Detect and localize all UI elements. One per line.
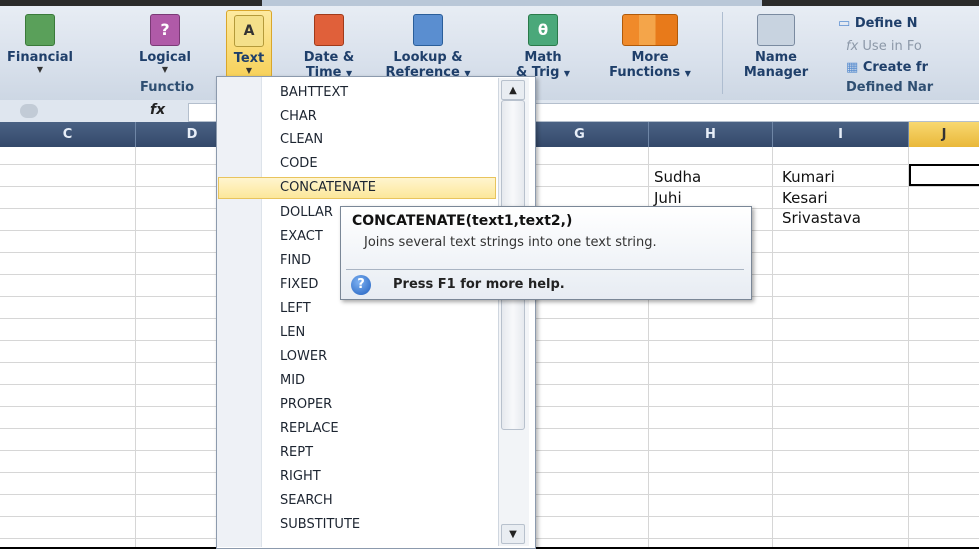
menu-item-clean[interactable]: CLEAN	[280, 129, 323, 151]
lookup-book-icon	[413, 14, 443, 46]
function-library-group-label: Functio	[140, 80, 195, 95]
chevron-down-icon: ▼	[36, 65, 44, 74]
menu-item-search[interactable]: SEARCH	[280, 490, 333, 512]
column-header-h[interactable]: H	[649, 122, 773, 147]
lookup-label: Lookup &	[393, 50, 463, 65]
use-in-formula-label: Use in Fo	[862, 39, 922, 54]
insert-function-icon[interactable]: fx	[150, 102, 165, 118]
dropdown-icon-gutter	[217, 77, 262, 547]
cell-i2[interactable]: Kesari	[782, 189, 828, 207]
defined-names-group-label: Defined Nar	[846, 80, 934, 95]
menu-item-mid[interactable]: MID	[280, 370, 305, 392]
text-functions-dropdown	[216, 76, 536, 549]
text-label: Text	[233, 51, 265, 66]
name-box-expander[interactable]	[20, 104, 38, 118]
active-cell-j1[interactable]	[909, 164, 979, 186]
menu-item-proper[interactable]: PROPER	[280, 394, 332, 416]
cell-i1[interactable]: Kumari	[782, 168, 835, 186]
menu-item-find[interactable]: FIND	[280, 250, 311, 272]
grid-line	[135, 147, 136, 547]
date-time-button[interactable]: Date & Time ▼	[296, 14, 362, 81]
fx-icon: fx	[846, 39, 859, 54]
group-separator	[722, 12, 723, 94]
name-manager-icon	[757, 14, 795, 46]
column-header-j[interactable]: J	[909, 122, 979, 147]
chevron-down-icon: ▼	[245, 66, 253, 75]
chevron-down-icon: ▼	[161, 65, 169, 74]
tooltip-divider	[346, 269, 744, 270]
define-name-button[interactable]: ▭ Define N	[838, 16, 918, 31]
financial-button[interactable]: Financial ▼	[0, 14, 80, 75]
create-from-selection-button[interactable]: ▦ Create fr	[846, 60, 928, 75]
column-header-i[interactable]: I	[773, 122, 909, 147]
tag-icon: ▭	[838, 16, 851, 31]
menu-item-len[interactable]: LEN	[280, 322, 305, 344]
more-functions-button[interactable]: More Functions ▼	[594, 14, 706, 81]
tooltip-help-text: Press F1 for more help.	[393, 277, 565, 292]
name-manager-button[interactable]: Name Manager	[742, 14, 810, 80]
math-label: Math	[524, 50, 562, 65]
menu-item-code[interactable]: CODE	[280, 153, 318, 175]
logical-label: Logical	[139, 50, 191, 65]
logical-button[interactable]: ? Logical ▼	[136, 14, 194, 75]
lookup-reference-button[interactable]: Lookup & Reference ▼	[378, 14, 478, 81]
define-name-label: Define N	[854, 16, 918, 31]
more-label: More	[631, 50, 669, 65]
grid-icon: ▦	[846, 60, 859, 75]
help-icon: ?	[351, 275, 371, 295]
name-manager-label-2: Manager	[743, 65, 809, 80]
date-time-book-icon	[314, 14, 344, 46]
menu-item-left[interactable]: LEFT	[280, 298, 311, 320]
menu-item-rept[interactable]: REPT	[280, 442, 313, 464]
scroll-up-arrow-icon[interactable]: ▲	[501, 80, 525, 100]
create-from-label: Create fr	[862, 60, 928, 75]
grid-line	[908, 147, 909, 547]
scroll-down-arrow-icon[interactable]: ▼	[501, 524, 525, 544]
financial-book-icon	[25, 14, 55, 46]
column-header-c[interactable]: C	[0, 122, 136, 147]
menu-item-bahttext[interactable]: BAHTTEXT	[280, 82, 348, 104]
use-in-formula-button[interactable]: fx Use in Fo	[846, 39, 922, 54]
menu-item-concatenate[interactable]: CONCATENATE	[280, 177, 376, 199]
grid-line	[772, 147, 773, 547]
cell-h1[interactable]: Sudha	[654, 168, 701, 186]
cell-h2[interactable]: Juhi	[654, 189, 682, 207]
menu-item-dollar[interactable]: DOLLAR	[280, 202, 333, 224]
financial-label: Financial	[6, 50, 73, 65]
cell-i3[interactable]: Srivastava	[782, 209, 861, 227]
more-functions-books-icon	[622, 14, 678, 46]
more-label-2: Functions	[609, 65, 681, 80]
name-manager-label: Name	[754, 50, 797, 65]
menu-item-substitute[interactable]: SUBSTITUTE	[280, 514, 360, 536]
tooltip-title: CONCATENATE(text1,text2,)	[352, 213, 573, 229]
menu-item-fixed[interactable]: FIXED	[280, 274, 318, 296]
math-book-icon: θ	[528, 14, 558, 46]
text-book-icon: A	[234, 15, 264, 47]
menu-item-lower[interactable]: LOWER	[280, 346, 327, 368]
date-time-label: Date &	[303, 50, 355, 65]
menu-item-exact[interactable]: EXACT	[280, 226, 323, 248]
math-trig-button[interactable]: θ Math & Trig ▼	[508, 14, 578, 81]
logical-book-icon: ?	[150, 14, 180, 46]
menu-item-char[interactable]: CHAR	[280, 106, 317, 128]
menu-item-replace[interactable]: REPLACE	[280, 418, 339, 440]
tooltip-description: Joins several text strings into one text…	[364, 235, 657, 250]
chevron-down-icon: ▼	[684, 69, 691, 78]
chevron-down-icon: ▼	[563, 69, 571, 78]
ribbon-tab-strip	[262, 0, 762, 6]
text-button[interactable]: A Text ▼	[226, 10, 272, 78]
menu-item-right[interactable]: RIGHT	[280, 466, 321, 488]
